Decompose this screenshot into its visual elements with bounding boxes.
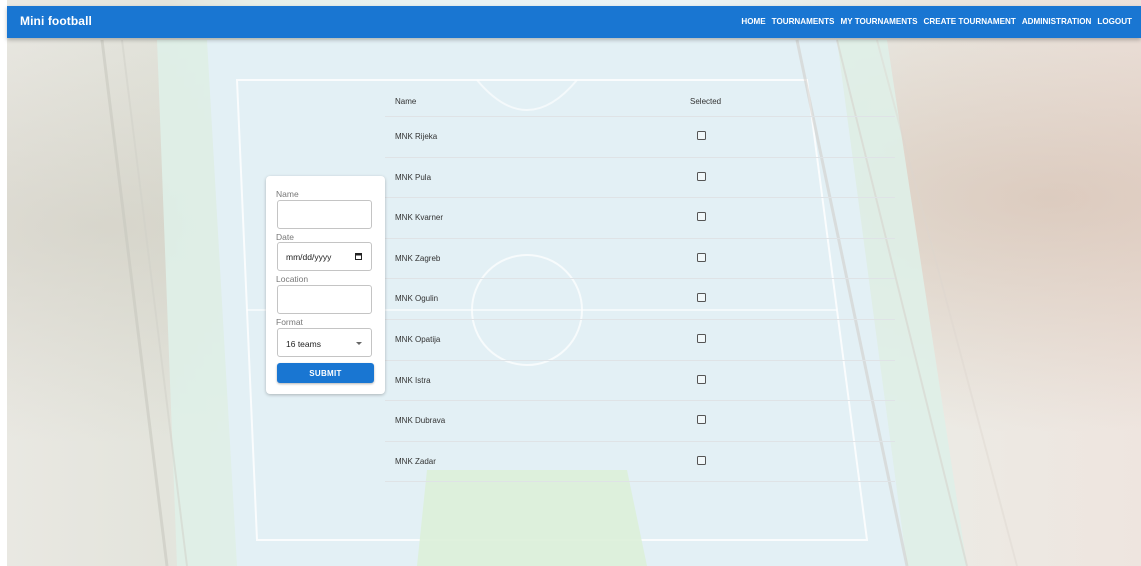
column-header-name: Name xyxy=(395,97,417,106)
team-name: MNK Kvarner xyxy=(395,213,444,223)
table-row: MNK Zadar xyxy=(385,442,895,483)
team-name: MNK Dubrava xyxy=(395,416,446,426)
team-name: MNK Zadar xyxy=(395,456,436,466)
date-placeholder: mm/dd/yyyy xyxy=(286,252,332,262)
calendar-icon[interactable] xyxy=(355,253,362,260)
select-checkbox[interactable] xyxy=(697,374,706,384)
format-select[interactable]: 16 teams xyxy=(277,328,372,357)
team-name: MNK Ogulin xyxy=(395,294,439,304)
column-header-selected: Selected xyxy=(690,97,722,106)
chevron-down-icon xyxy=(356,342,362,345)
nav-create-tournament-link[interactable]: CREATE TOURNAMENT xyxy=(924,17,1016,26)
table-row: MNK Kvarner xyxy=(385,198,895,239)
teams-table: Name Selected MNK Rijeka MNK Pula MNK Kv… xyxy=(385,88,895,483)
format-selected-value: 16 teams xyxy=(286,339,321,349)
nav-my-tournaments-link[interactable]: MY TOURNAMENTS xyxy=(840,17,917,26)
table-row: MNK Zagreb xyxy=(385,239,895,280)
date-field[interactable]: mm/dd/yyyy xyxy=(277,242,372,271)
submit-button[interactable]: SUBMIT xyxy=(277,363,374,383)
table-row: MNK Dubrava xyxy=(385,401,895,442)
nav-administration-link[interactable]: ADMINISTRATION xyxy=(1022,17,1092,26)
team-name: MNK Pula xyxy=(395,172,432,182)
name-label: Name xyxy=(276,189,299,199)
select-checkbox[interactable] xyxy=(697,333,706,343)
team-name: MNK Rijeka xyxy=(395,132,438,141)
nav-menu: HOME TOURNAMENTS MY TOURNAMENTS CREATE T… xyxy=(741,17,1132,26)
team-name: MNK Opatija xyxy=(395,334,441,344)
name-field[interactable] xyxy=(277,200,372,229)
team-name: MNK Istra xyxy=(395,375,431,385)
create-tournament-form: Name Date mm/dd/yyyy Location Format 16 … xyxy=(266,176,385,394)
select-checkbox[interactable] xyxy=(697,415,706,425)
table-header: Name Selected xyxy=(385,88,895,117)
app-bar: Mini football HOME TOURNAMENTS MY TOURNA… xyxy=(7,6,1141,38)
select-checkbox[interactable] xyxy=(697,212,706,222)
location-label: Location xyxy=(276,274,309,284)
location-input[interactable] xyxy=(278,286,371,313)
location-field[interactable] xyxy=(277,285,372,314)
date-label: Date xyxy=(276,232,294,242)
select-checkbox[interactable] xyxy=(697,455,706,465)
table-row: MNK Rijeka xyxy=(385,117,895,158)
nav-logout-link[interactable]: LOGOUT xyxy=(1097,17,1132,26)
table-row: MNK Opatija xyxy=(385,320,895,361)
table-row: MNK Ogulin xyxy=(385,279,895,320)
select-checkbox[interactable] xyxy=(697,171,706,181)
table-row: MNK Pula xyxy=(385,158,895,199)
nav-tournaments-link[interactable]: TOURNAMENTS xyxy=(772,17,835,26)
nav-home-link[interactable]: HOME xyxy=(741,17,765,26)
name-input[interactable] xyxy=(278,201,371,228)
team-name: MNK Zagreb xyxy=(395,253,441,263)
format-label: Format xyxy=(276,317,303,327)
select-checkbox[interactable] xyxy=(697,131,706,140)
table-row: MNK Istra xyxy=(385,361,895,402)
select-checkbox[interactable] xyxy=(697,252,706,262)
select-checkbox[interactable] xyxy=(697,293,706,303)
app-title[interactable]: Mini football xyxy=(20,14,92,28)
